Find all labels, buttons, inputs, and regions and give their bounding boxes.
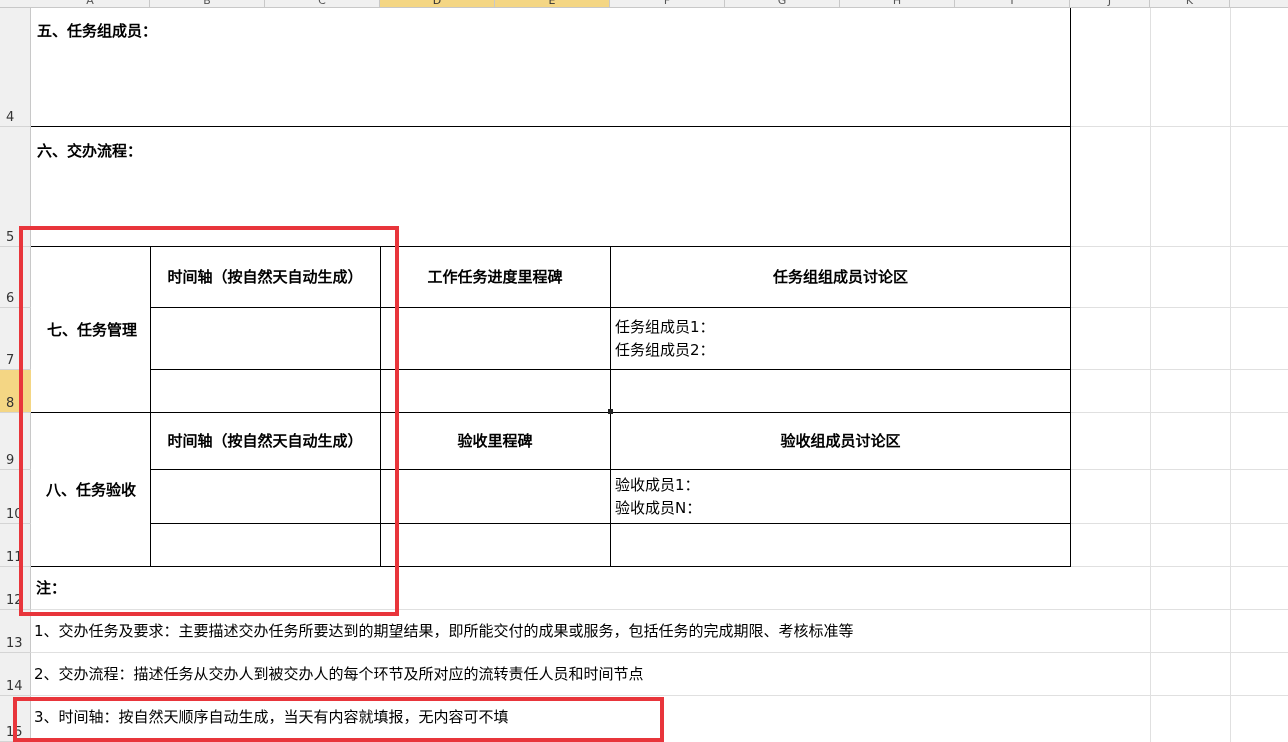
column-header-d[interactable]: D (380, 0, 495, 7)
gridline (1150, 8, 1151, 742)
process-title[interactable]: 六、交办流程： (37, 140, 142, 162)
acceptance-member-n[interactable]: 验收成员N： (615, 497, 701, 519)
gridline (1070, 566, 1288, 567)
highlight-box-timeline (19, 226, 399, 616)
task-member-1[interactable]: 任务组成员1： (615, 316, 715, 338)
column-header-e[interactable]: E (495, 0, 610, 7)
members-title[interactable]: 五、任务组成员： (37, 20, 157, 42)
gridline (1070, 126, 1288, 127)
gridline (1070, 307, 1288, 308)
note-2[interactable]: 2、交办流程：描述任务从交办人到被交办人的每个环节及所对应的流转责任人员和时间节… (34, 663, 644, 685)
column-header-j[interactable]: J (1070, 0, 1150, 7)
acceptance-discussion-header[interactable]: 验收组成员讨论区 (612, 414, 1069, 468)
gridline (1070, 412, 1288, 413)
table-border (1070, 8, 1071, 567)
task-milestone-header[interactable]: 工作任务进度里程碑 (382, 248, 608, 306)
column-header-b[interactable]: B (150, 0, 265, 7)
gridline (1070, 246, 1288, 247)
table-border (31, 126, 1071, 127)
row-header-14[interactable]: 14 (0, 653, 31, 696)
gridline (1070, 523, 1288, 524)
fill-handle[interactable] (608, 409, 613, 414)
gridline (1230, 8, 1231, 742)
row-header-13[interactable]: 13 (0, 610, 31, 653)
acceptance-member-1[interactable]: 验收成员1： (615, 474, 700, 496)
task-discussion-header[interactable]: 任务组组成员讨论区 (612, 248, 1069, 306)
highlight-box-note (13, 697, 664, 742)
gridline (1070, 469, 1288, 470)
column-header-f[interactable]: F (610, 0, 725, 7)
column-header-k[interactable]: K (1150, 0, 1230, 7)
column-header-a[interactable]: A (31, 0, 150, 7)
column-header-g[interactable]: G (725, 0, 840, 7)
column-header-c[interactable]: C (265, 0, 380, 7)
acceptance-milestone-header[interactable]: 验收里程碑 (382, 414, 608, 468)
gridline (1070, 369, 1288, 370)
column-header-i[interactable]: I (955, 0, 1070, 7)
row-header-4[interactable]: 4 (0, 8, 31, 127)
gridline (31, 695, 1288, 696)
table-border (610, 246, 611, 566)
column-header-bar: A B C D E F G H I J K (0, 0, 1288, 8)
task-member-2[interactable]: 任务组成员2： (615, 339, 715, 361)
column-header-h[interactable]: H (840, 0, 955, 7)
gridline (31, 652, 1288, 653)
note-1[interactable]: 1、交办任务及要求：主要描述交办任务所要达到的期望结果，即所能交付的成果或服务，… (34, 620, 854, 642)
